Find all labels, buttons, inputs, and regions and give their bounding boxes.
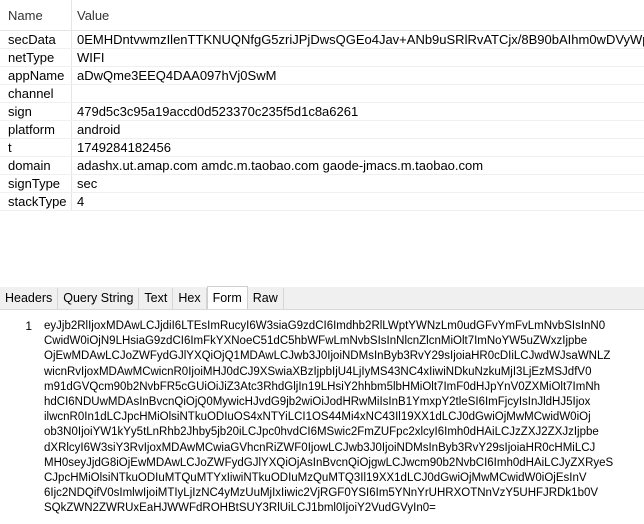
tab-raw[interactable]: Raw [248, 288, 284, 309]
grid-rows: secData 0EMHDntvwmzIlenTTKNUQNfgG5zriJPjD… [0, 31, 644, 211]
request-inspector: Name Value secData 0EMHDntvwmzIlenTTKNUQN… [0, 0, 644, 524]
param-row-signtype[interactable]: signType sec [0, 175, 644, 193]
param-value: sec [77, 176, 98, 191]
body-text[interactable]: eyJjb2RlIjoxMDAwLCJjdiI6LTEsImRucyI6W3si… [44, 319, 644, 516]
param-value: 4 [77, 194, 85, 209]
body-line: hdCI6NDUwMDAsInBvcnQiOjQ0MywicHJvdG9jb2w… [44, 395, 591, 408]
body-line: eyJjb2RlIjoxMDAwLCJjdiI6LTEsImRucyI6W3si… [44, 320, 606, 332]
body-line: 6Ijc2NDQifV0sImlwIjoiMTIyLjIzNC4yMzUuMjI… [44, 487, 599, 500]
param-value: aDwQme3EEQ4DAA097hVj0SwM [77, 68, 277, 83]
param-row-platform[interactable]: platform android [0, 121, 644, 139]
param-name: stackType [0, 193, 72, 210]
param-name: netType [0, 49, 72, 66]
param-value: 479d5c3c95a19accd0d523370c235f5d1c8a6261 [77, 104, 359, 119]
param-row-channel[interactable]: channel [0, 85, 644, 103]
param-row-t[interactable]: t 1749284182456 [0, 139, 644, 157]
param-row-secdata[interactable]: secData 0EMHDntvwmzIlenTTKNUQNfgG5zriJPjD… [0, 31, 644, 49]
param-name: platform [0, 121, 72, 138]
form-body-view[interactable]: 1 eyJjb2RlIjoxMDAwLCJjdiI6LTEsImRucyI6W3… [0, 311, 644, 524]
param-row-appname[interactable]: appName aDwQme3EEQ4DAA097hVj0SwM [0, 67, 644, 85]
body-line: CJpcHMiOlsiNTkuODIuMTQuMTYxIiwiNTkuODIuM… [44, 471, 587, 484]
params-grid: Name Value secData 0EMHDntvwmzIlenTTKNUQN… [0, 0, 644, 287]
param-row-domain[interactable]: domain adashx.ut.amap.com amdc.m.taobao.c… [0, 157, 644, 175]
param-row-nettype[interactable]: netType WIFI [0, 49, 644, 67]
param-name: secData [0, 31, 72, 48]
body-line: OjEwMDAwLCJoZWFydGJlYXQiOjQ1MDAwLCJwb3J0… [44, 350, 611, 363]
tab-hex[interactable]: Hex [173, 288, 207, 309]
param-name: sign [0, 103, 72, 120]
tab-headers[interactable]: Headers [0, 288, 59, 309]
param-row-stacktype[interactable]: stackType 4 [0, 193, 644, 211]
param-value: android [77, 122, 121, 137]
line-number: 1 [25, 319, 32, 333]
param-name: t [0, 139, 72, 156]
param-name: domain [0, 157, 72, 174]
column-header-value[interactable]: Value [72, 0, 644, 30]
grid-header: Name Value [0, 0, 644, 31]
param-value: 1749284182456 [77, 140, 171, 155]
body-line: CwidW0iOjN9LHsiaG9zdCI6ImFkYXNoeC51dC5hb… [44, 335, 588, 348]
tab-form[interactable]: Form [206, 286, 248, 309]
tab-text[interactable]: Text [139, 288, 174, 309]
body-line: m91dGVQcm90b2NvbFR5cGUiOiJiZ3Atc3RhdGljI… [44, 380, 601, 393]
param-row-sign[interactable]: sign 479d5c3c95a19accd0d523370c235f5d1c8a… [0, 103, 644, 121]
param-value: WIFI [77, 50, 105, 65]
param-name: channel [0, 85, 72, 102]
body-line: ob3N0IjoiYW1kYy5tLnRhb2Jhby5jb20iLCJpc0h… [44, 426, 599, 439]
body-line: ilwcnR0In1dLCJpcHMiOlsiNTkuODIuOS4xNTYiL… [44, 411, 591, 424]
param-name: signType [0, 175, 72, 192]
tab-query-string[interactable]: Query String [58, 288, 140, 309]
param-value [72, 85, 644, 102]
body-line: MH0seyJjdG8iOjEwMDAwLCJoZWFydGJlYXQiOjAs… [44, 456, 614, 469]
body-tabs: Headers Query String Text Hex Form Raw [0, 286, 644, 310]
body-line: wicnRvIjoxMDAwMCwicnR0IjoiMHJ0dCJ9XSwiaX… [44, 365, 592, 378]
param-value: adashx.ut.amap.com amdc.m.taobao.com gao… [77, 158, 484, 173]
column-header-name[interactable]: Name [0, 0, 72, 30]
param-name: appName [0, 67, 72, 84]
body-line: dXRlcyI6W3siY3RvIjoxMDAwMCwiaGVhcnRiZWF0… [44, 441, 596, 454]
body-line: SQkZWN2ZWRUxEaHJWWFdROHBtSUY3RlUiLCJ1bml… [44, 502, 436, 515]
param-value: 0EMHDntvwmzIlenTTKNUQNfgG5zriJPjDwsQGEo4… [77, 32, 644, 47]
